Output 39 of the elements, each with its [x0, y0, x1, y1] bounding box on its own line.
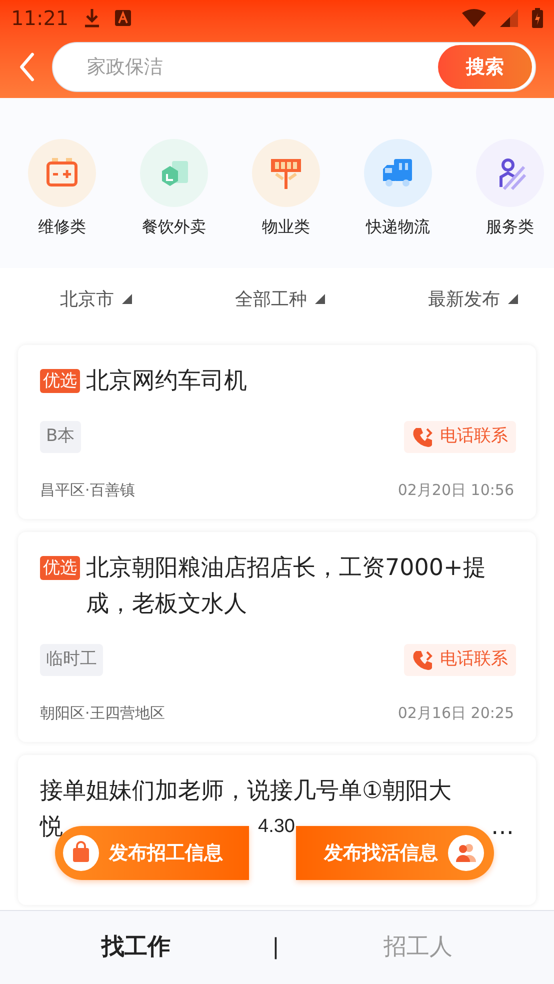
job-title-fragment: … — [491, 813, 514, 842]
category-label[interactable]: 物业类 — [262, 215, 310, 239]
divider-mark: | — [272, 934, 280, 962]
job-title: 北京网约车司机 — [86, 367, 248, 396]
caret-icon — [122, 294, 132, 304]
signal-icon — [500, 9, 518, 27]
featured-badge: 优选 — [40, 556, 80, 580]
post-date: 02月16日 20:25 — [398, 702, 514, 724]
category-label[interactable]: 快递物流 — [366, 215, 430, 239]
filter-dropdown[interactable]: 北京市 — [60, 286, 132, 312]
category-label[interactable]: 服务类 — [486, 215, 534, 239]
bottom-tab[interactable]: 找工作 — [0, 930, 272, 965]
filter-dropdown[interactable]: 最新发布 — [428, 286, 518, 312]
job-type-tag: 临时工 — [40, 644, 103, 676]
phone-icon — [412, 426, 434, 448]
job-type-tag: B本 — [40, 421, 81, 452]
category-label[interactable]: 餐饮外卖 — [142, 215, 206, 239]
phone-icon — [412, 648, 434, 671]
post-date: 02月20日 10:56 — [398, 480, 514, 500]
job-card[interactable]: 优选 北京朝阳粮油店招店长，工资7000+提成，老板文水人 临时工 电话联系 朝阳区·王四营地区 02月16日 20:25 — [18, 532, 536, 742]
filter-dropdown[interactable]: 全部工种 — [235, 286, 325, 312]
download-icon — [82, 8, 101, 28]
bag-icon — [63, 835, 99, 871]
status-time: 11:21 — [11, 5, 69, 32]
back-icon[interactable] — [18, 52, 36, 82]
category-label[interactable]: 维修类 — [38, 215, 86, 239]
job-card[interactable]: 优选 北京网约车司机 B本 电话联系 昌平区·百善镇 02月20日 10:56 — [18, 345, 536, 519]
people-icon — [448, 835, 484, 871]
job-title-fragment: 4.30 — [258, 815, 295, 839]
job-location: 昌平区·百善镇 — [40, 480, 135, 500]
job-title: 接单姐妹们加老师，说接几号单①朝阳大 — [40, 777, 453, 806]
app-notification-icon — [114, 10, 131, 26]
battery-icon — [532, 8, 543, 28]
caret-icon — [508, 294, 518, 304]
featured-badge: 优选 — [40, 369, 80, 393]
job-location: 朝阳区·王四营地区 — [40, 702, 165, 724]
wifi-icon — [462, 9, 486, 27]
job-title: 北京朝阳粮油店招店长，工资7000+提成，老板文水人 — [86, 554, 487, 619]
caret-icon — [315, 294, 325, 304]
